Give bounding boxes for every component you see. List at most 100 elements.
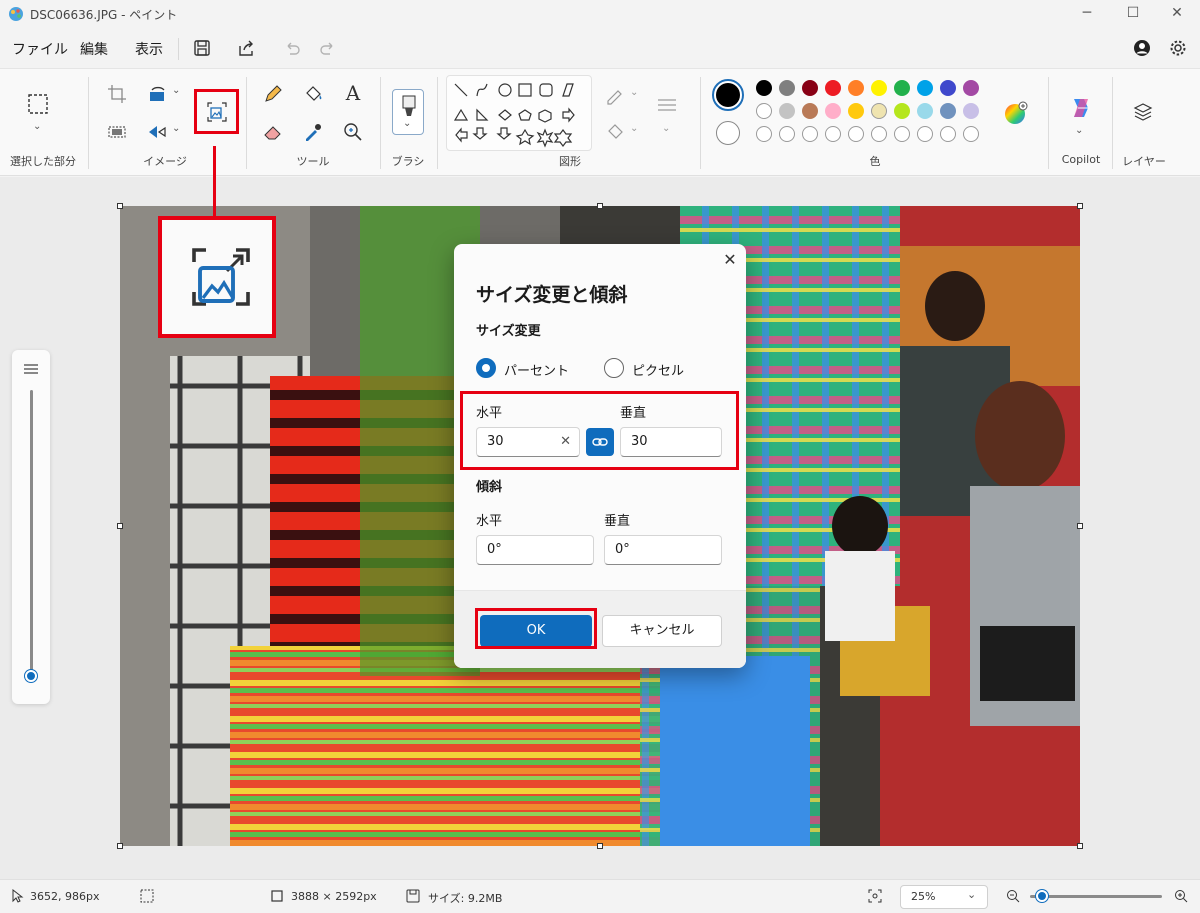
custom-color-slot[interactable] — [848, 126, 864, 142]
custom-color-slot[interactable] — [802, 126, 818, 142]
resize-handle[interactable] — [1077, 523, 1083, 529]
edit-colors-icon[interactable] — [1004, 101, 1028, 125]
color-swatch[interactable] — [894, 80, 910, 96]
flip-icon[interactable] — [146, 121, 168, 143]
color-swatch[interactable] — [779, 80, 795, 96]
chevron-down-icon[interactable]: ⌄ — [630, 87, 638, 98]
layers-icon[interactable] — [1132, 101, 1154, 123]
ribbon-separator — [437, 77, 438, 169]
resize-handle[interactable] — [1077, 203, 1083, 209]
resize-handle[interactable] — [597, 203, 603, 209]
text-tool-icon[interactable]: A — [342, 81, 364, 105]
account-icon[interactable] — [1132, 38, 1152, 58]
color-swatch[interactable] — [871, 80, 887, 96]
chevron-down-icon[interactable]: ⌄ — [33, 121, 41, 132]
copilot-icon[interactable] — [1068, 95, 1094, 121]
cancel-button[interactable]: キャンセル — [602, 615, 722, 647]
menu-edit[interactable]: 編集 — [80, 39, 108, 59]
zoom-level-select[interactable]: 25% ⌄ — [900, 885, 988, 909]
primary-color-button[interactable] — [712, 79, 744, 111]
custom-color-slot[interactable] — [779, 126, 795, 142]
chevron-down-icon[interactable]: ⌄ — [172, 85, 180, 96]
fill-bucket-icon[interactable] — [302, 83, 324, 105]
color-swatch[interactable] — [756, 80, 772, 96]
shape-size-icon[interactable] — [656, 95, 678, 117]
resize-handle[interactable] — [1077, 843, 1083, 849]
zoom-slider-track[interactable] — [1030, 895, 1162, 898]
ribbon-toolbar: ⌄ 選択した部分 ⌄ ⌄ イメージ A ツール ⌄ ブラシ ⌄ ⌄ ⌄ 図形 色… — [0, 68, 1200, 176]
save-icon[interactable] — [192, 38, 212, 58]
color-swatch[interactable] — [963, 103, 979, 119]
chevron-down-icon[interactable]: ⌄ — [172, 123, 180, 134]
share-icon[interactable] — [236, 38, 256, 58]
skew-horizontal-input[interactable]: 0° — [476, 535, 594, 565]
zoom-slider-thumb[interactable] — [1036, 890, 1048, 902]
magnifier-icon[interactable] — [342, 121, 364, 143]
secondary-color-swatch[interactable] — [716, 121, 740, 145]
outline-icon[interactable] — [604, 85, 626, 107]
settings-gear-icon[interactable] — [1168, 38, 1188, 58]
color-swatch[interactable] — [802, 103, 818, 119]
fill-icon[interactable] — [604, 121, 626, 143]
color-swatch[interactable] — [848, 103, 864, 119]
resize-handle[interactable] — [597, 843, 603, 849]
color-swatch[interactable] — [848, 80, 864, 96]
color-picker-icon[interactable] — [302, 121, 324, 143]
custom-color-slot[interactable] — [756, 126, 772, 142]
color-swatch[interactable] — [825, 80, 841, 96]
title-bar: DSC06636.JPG - ペイント ─ ☐ ✕ — [0, 0, 1200, 28]
shapes-gallery[interactable] — [446, 75, 592, 151]
callout-zoom-box — [158, 216, 276, 338]
skew-vertical-input[interactable]: 0° — [604, 535, 722, 565]
custom-color-slot[interactable] — [963, 126, 979, 142]
menu-view[interactable]: 表示 — [135, 39, 163, 59]
menu-file[interactable]: ファイル — [12, 39, 68, 59]
resize-handle[interactable] — [117, 843, 123, 849]
minimize-button[interactable]: ─ — [1078, 4, 1096, 22]
pixel-radio[interactable] — [604, 358, 624, 378]
color-swatch[interactable] — [756, 103, 772, 119]
custom-color-slot[interactable] — [894, 126, 910, 142]
custom-color-slot[interactable] — [940, 126, 956, 142]
color-swatch[interactable] — [894, 103, 910, 119]
fit-to-window-icon[interactable] — [868, 889, 882, 903]
custom-color-slot[interactable] — [871, 126, 887, 142]
group-label-colors: 色 — [869, 155, 881, 168]
eraser-icon[interactable] — [262, 121, 284, 143]
custom-color-slot[interactable] — [917, 126, 933, 142]
chevron-down-icon[interactable]: ⌄ — [662, 123, 670, 134]
maximize-button[interactable]: ☐ — [1124, 4, 1142, 22]
chevron-down-icon[interactable]: ⌄ — [630, 123, 638, 134]
color-swatch[interactable] — [940, 80, 956, 96]
pencil-icon[interactable] — [262, 83, 284, 105]
dialog-close-icon[interactable]: ✕ — [720, 250, 740, 270]
undo-icon[interactable] — [282, 38, 302, 58]
group-label-tools: ツール — [296, 155, 330, 168]
background-remove-icon[interactable] — [106, 121, 128, 143]
color-swatch[interactable] — [940, 103, 956, 119]
close-window-button[interactable]: ✕ — [1168, 4, 1186, 22]
rotate-icon[interactable] — [146, 83, 168, 105]
resize-handle[interactable] — [117, 523, 123, 529]
chevron-down-icon[interactable]: ⌄ — [1075, 125, 1083, 136]
group-label-layers: レイヤー — [1122, 155, 1166, 168]
color-swatch[interactable] — [871, 103, 887, 119]
brush-button[interactable]: ⌄ — [392, 89, 424, 135]
color-swatch[interactable] — [917, 103, 933, 119]
zoom-out-icon[interactable] — [1006, 889, 1020, 903]
size-slider-track[interactable] — [30, 390, 33, 682]
color-swatch[interactable] — [963, 80, 979, 96]
resize-handle[interactable] — [117, 203, 123, 209]
selection-icon[interactable] — [27, 93, 49, 115]
color-swatch[interactable] — [825, 103, 841, 119]
color-swatch[interactable] — [779, 103, 795, 119]
size-slider-thumb[interactable] — [25, 670, 37, 682]
redo-icon[interactable] — [318, 38, 338, 58]
percent-radio[interactable] — [476, 358, 496, 378]
color-swatch[interactable] — [917, 80, 933, 96]
crop-icon[interactable] — [106, 83, 128, 105]
custom-color-slot[interactable] — [825, 126, 841, 142]
color-swatch[interactable] — [802, 80, 818, 96]
ribbon-separator — [246, 77, 247, 169]
zoom-in-icon[interactable] — [1174, 889, 1188, 903]
